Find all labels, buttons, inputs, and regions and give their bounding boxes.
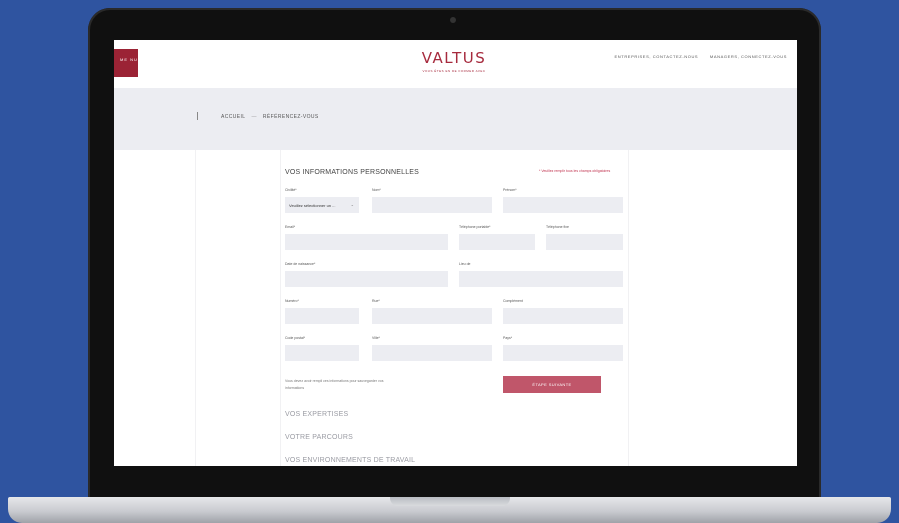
- breadcrumb-band: [114, 88, 797, 150]
- email-label: Email*: [285, 225, 296, 229]
- divider: [197, 112, 198, 120]
- complement-label: Complément: [503, 299, 523, 303]
- firstname-input[interactable]: [503, 197, 623, 213]
- logo-text: VALTUS: [421, 49, 487, 67]
- section-parcours[interactable]: VOTRE PARCOURS: [285, 434, 353, 441]
- birthdate-label: Date de naissance*: [285, 262, 316, 266]
- required-note: * Veuillez remplir tous les champs oblig…: [539, 169, 611, 173]
- site-logo[interactable]: VALTUS VOUS ÊTES EN DE FORMER AVEC: [414, 49, 494, 73]
- link-managers[interactable]: MANAGERS, CONNECTEZ-VOUS: [710, 54, 787, 59]
- firstname-label: Prénom*: [503, 188, 517, 192]
- country-input[interactable]: [503, 345, 623, 361]
- top-links: ENTREPRISES, CONTACTEZ-NOUS MANAGERS, CO…: [605, 54, 787, 59]
- city-label: Ville*: [372, 336, 380, 340]
- chevron-down-icon: ⌄: [350, 202, 354, 207]
- breadcrumb: ACCUEIL — RÉFÉRENCEZ-VOUS: [221, 114, 319, 120]
- lastname-label: Nom*: [372, 188, 381, 192]
- column-guide: [280, 150, 281, 466]
- mobile-label: Téléphone portable*: [459, 225, 491, 229]
- birthplace-input[interactable]: [459, 271, 623, 287]
- section-environnements[interactable]: VOS ENVIRONNEMENTS DE TRAVAIL: [285, 457, 415, 464]
- email-input[interactable]: [285, 234, 448, 250]
- column-guide: [628, 150, 629, 466]
- postcode-label: Code postal*: [285, 336, 306, 340]
- civility-select[interactable]: Veuillez sélectionner un ... ⌄: [285, 197, 359, 213]
- country-label: Pays*: [503, 336, 513, 340]
- link-entreprises[interactable]: ENTREPRISES, CONTACTEZ-NOUS: [615, 54, 699, 59]
- form-title: VOS INFORMATIONS PERSONNELLES: [285, 169, 420, 176]
- street-label: Rue*: [372, 299, 380, 303]
- breadcrumb-home[interactable]: ACCUEIL: [221, 114, 245, 120]
- city-input[interactable]: [372, 345, 492, 361]
- browser-screen: ME NU VALTUS VOUS ÊTES EN DE FORMER AVEC…: [114, 40, 797, 466]
- landline-label: Téléphone fixe: [546, 225, 569, 229]
- logo-tagline: VOUS ÊTES EN DE FORMER AVEC: [422, 69, 486, 73]
- section-expertises[interactable]: VOS EXPERTISES: [285, 411, 348, 418]
- complement-input[interactable]: [503, 308, 623, 324]
- birthplace-label: Lieu de: [459, 262, 471, 266]
- number-input[interactable]: [285, 308, 359, 324]
- birthdate-input[interactable]: [285, 271, 448, 287]
- civility-value: Veuillez sélectionner un ...: [289, 203, 336, 208]
- laptop-notch: [390, 497, 510, 506]
- breadcrumb-current: RÉFÉRENCEZ-VOUS: [262, 114, 319, 120]
- help-text: Vous devez avoir rempli ces informations…: [285, 379, 384, 390]
- camera-icon: [450, 17, 456, 23]
- civility-label: Civilité*: [285, 188, 297, 192]
- number-label: Numéro*: [285, 299, 299, 303]
- menu-button[interactable]: ME NU: [114, 49, 138, 77]
- lastname-input[interactable]: [372, 197, 492, 213]
- next-step-button[interactable]: ÉTAPE SUIVANTE: [503, 376, 601, 393]
- site-header: ME NU VALTUS VOUS ÊTES EN DE FORMER AVEC…: [114, 40, 797, 88]
- landline-input[interactable]: [546, 234, 623, 250]
- street-input[interactable]: [372, 308, 492, 324]
- column-guide: [195, 150, 196, 466]
- postcode-input[interactable]: [285, 345, 359, 361]
- mobile-input[interactable]: [459, 234, 535, 250]
- breadcrumb-separator: —: [251, 114, 257, 120]
